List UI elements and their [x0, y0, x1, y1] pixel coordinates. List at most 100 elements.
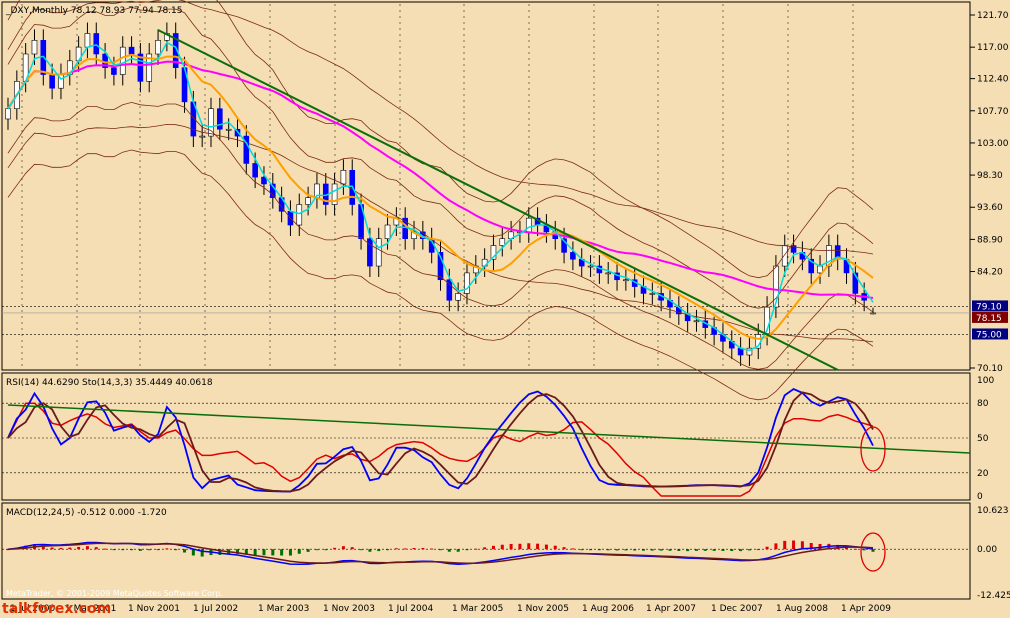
candle-body — [93, 33, 100, 55]
macd-histogram-bar — [50, 547, 54, 550]
candle-body — [5, 108, 11, 120]
y-tick-label: 98.30 — [977, 171, 1003, 181]
macd-histogram-bar — [491, 545, 495, 550]
macd-histogram-bar — [765, 546, 769, 550]
macd-histogram-bar — [862, 549, 866, 551]
macd-histogram-bar — [130, 549, 134, 551]
y-tick-label: 88.90 — [977, 235, 1003, 245]
macd-panel-header: MACD(12,24,5) -0.512 0.000 -1.720 — [6, 508, 167, 518]
candle-body — [119, 46, 126, 75]
candle-body — [870, 312, 876, 315]
candle-body — [225, 128, 232, 131]
candle-body — [155, 40, 161, 55]
rsi-panel-header: RSI(14) 44.6290 Sto(14,3,3) 35.4449 40.0… — [6, 378, 213, 388]
x-tick-label: 1 Aug 2006 — [582, 604, 634, 614]
x-tick-label: 1 Nov 2001 — [128, 604, 180, 614]
macd-histogram-bar — [439, 549, 442, 551]
macd-histogram-bar — [633, 549, 637, 551]
macd-histogram-bar — [447, 549, 451, 552]
dxy-monthly-chart: _DXY,Monthly 78.12 78.93 77.94 78.15 RSI… — [0, 0, 1010, 618]
macd-histogram-bar — [589, 549, 593, 551]
macd-histogram-bar — [703, 549, 707, 551]
candle-body — [84, 33, 91, 48]
macd-histogram-bar — [280, 549, 284, 556]
macd-histogram-bar — [756, 549, 760, 551]
macd-histogram-bar — [456, 549, 460, 552]
candle-body — [217, 108, 223, 130]
macd-histogram-bar — [642, 549, 646, 551]
macd-histogram-bar — [386, 549, 390, 551]
macd-histogram-bar — [403, 548, 407, 550]
macd-histogram-bar — [324, 549, 328, 551]
candle-body — [623, 279, 629, 282]
macd-histogram-bar — [677, 549, 681, 551]
level-75-label: 75.00 — [976, 330, 1002, 340]
macd-histogram-bar — [536, 543, 540, 550]
candle-body — [464, 272, 470, 294]
macd-histogram-bar — [553, 545, 557, 550]
candle-body — [375, 238, 382, 267]
macd-histogram-bar — [686, 549, 690, 552]
macd-histogram-bar — [474, 548, 478, 550]
candle-body — [340, 169, 347, 185]
macd-histogram-bar — [103, 548, 107, 550]
macd-histogram-bar — [712, 549, 716, 551]
rsi-tick-label: 0 — [977, 492, 983, 502]
x-tick-label: 1 Apr 2009 — [841, 604, 891, 614]
candle-body — [499, 238, 506, 246]
macd-histogram-bar — [147, 549, 151, 551]
macd-histogram-bar — [747, 549, 751, 551]
x-tick-label: 1 Nov 2003 — [323, 604, 375, 614]
macd-histogram-bar — [509, 543, 513, 550]
macd-histogram-bar — [333, 547, 337, 550]
macd-histogram-bar — [183, 549, 187, 553]
macd-histogram-bar — [500, 544, 504, 550]
macd-histogram-bar — [527, 543, 531, 550]
y-tick-label: 112.40 — [977, 75, 1009, 85]
chart-background — [0, 0, 1010, 618]
x-tick-label: 1 Aug 2008 — [776, 604, 828, 614]
x-tick-label: 1 Mar 2005 — [452, 604, 503, 614]
macd-histogram-bar — [262, 549, 266, 556]
candle-body — [49, 74, 55, 89]
x-tick-label: 1 Dec 2007 — [711, 604, 763, 614]
current-price-label: 78.15 — [976, 314, 1002, 324]
y-tick-label: 121.70 — [977, 11, 1009, 21]
macd-histogram-bar — [59, 547, 63, 550]
y-tick-label: 107.70 — [977, 107, 1009, 117]
candle-body — [384, 224, 391, 240]
macd-histogram-bar — [315, 549, 319, 551]
candle-body — [455, 293, 461, 301]
macd-histogram-bar — [792, 540, 796, 550]
macd-histogram-bar — [421, 547, 425, 550]
macd-tick-label: 0.00 — [977, 545, 997, 555]
macd-histogram-bar — [571, 548, 575, 550]
macd-tick-label: -12.425 — [977, 591, 1010, 601]
candle-body — [781, 245, 788, 267]
copyright-text: MetaTrader, © 2001-2009 MetaQuotes Softw… — [6, 589, 223, 598]
candle-body — [199, 135, 205, 138]
candle-body — [693, 320, 700, 323]
macd-histogram-bar — [138, 549, 142, 551]
x-tick-label: 1 Nov 2005 — [517, 604, 569, 614]
macd-histogram-bar — [394, 548, 398, 550]
rsi-tick-label: 20 — [977, 469, 989, 479]
candle-body — [31, 40, 38, 55]
x-tick-label: 1 Jul 2004 — [388, 604, 433, 614]
macd-histogram-bar — [730, 549, 734, 552]
macd-histogram-bar — [853, 548, 857, 550]
macd-histogram-bar — [465, 549, 469, 551]
macd-histogram-bar — [597, 549, 601, 551]
macd-histogram-bar — [68, 547, 72, 550]
macd-histogram-bar — [341, 546, 345, 550]
macd-histogram-bar — [350, 547, 354, 550]
macd-histogram-bar — [368, 549, 372, 552]
candle-body — [305, 197, 311, 205]
macd-histogram-bar — [377, 549, 381, 552]
macd-histogram-bar — [624, 549, 628, 551]
macd-histogram-bar — [562, 547, 566, 550]
candle-body — [252, 163, 258, 178]
macd-histogram-bar — [606, 549, 610, 551]
marked-level-label: 79.10 — [976, 302, 1002, 312]
macd-histogram-bar — [306, 549, 310, 552]
